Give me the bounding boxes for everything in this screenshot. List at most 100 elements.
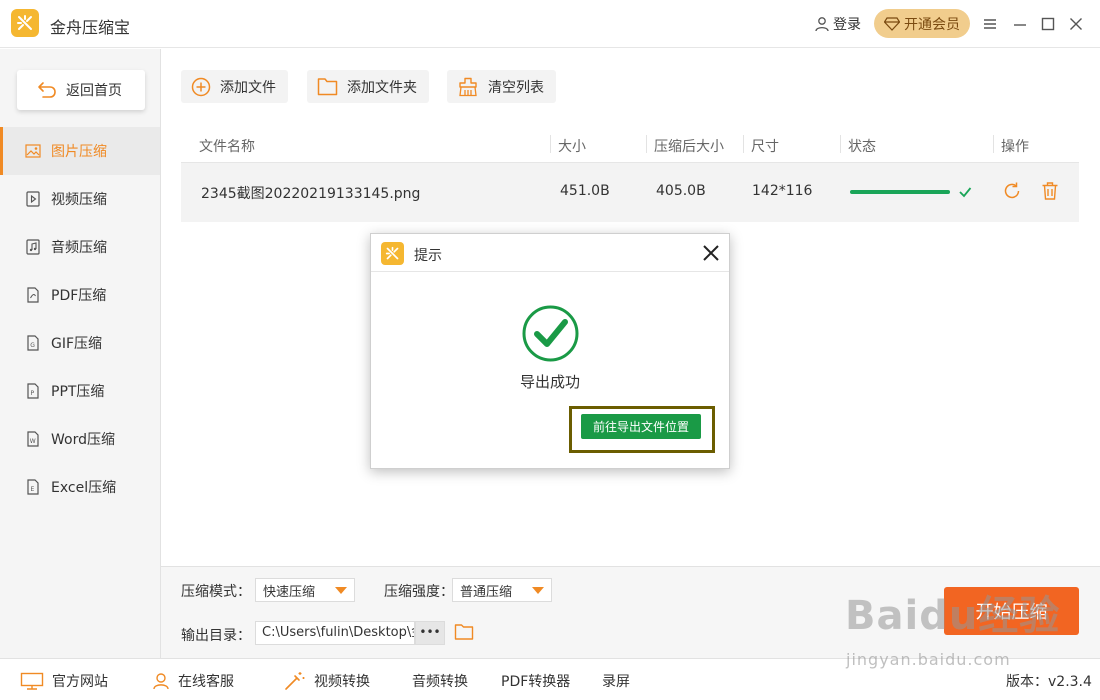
compress-mode-select[interactable]: 快速压缩 xyxy=(255,578,355,602)
progress-bar xyxy=(850,190,950,194)
dimensions: 142*116 xyxy=(752,183,813,199)
support-link[interactable]: 在线客服 xyxy=(152,671,234,691)
svg-text:P: P xyxy=(31,390,35,397)
table-header: 文件名称 大小 压缩后大小 尺寸 状态 操作 xyxy=(181,127,1079,163)
dialog-close-icon[interactable] xyxy=(701,243,721,263)
sidebar-item-audio[interactable]: 音频压缩 xyxy=(0,223,160,271)
magic-wand-icon xyxy=(285,672,305,690)
website-link[interactable]: 官方网站 xyxy=(20,671,108,691)
svg-text:G: G xyxy=(30,342,35,349)
audio-convert-link[interactable]: 音频转换 xyxy=(412,671,468,691)
sidebar-item-word[interactable]: W Word压缩 xyxy=(0,415,160,463)
column-header-name: 文件名称 xyxy=(199,139,255,155)
svg-text:W: W xyxy=(30,438,36,445)
success-message: 导出成功 xyxy=(519,373,580,391)
add-file-label: 添加文件 xyxy=(220,79,276,96)
column-header-compressed-size: 压缩后大小 xyxy=(654,139,724,155)
minimize-icon[interactable] xyxy=(1010,14,1030,34)
compressed-size: 405.0B xyxy=(656,183,706,199)
maximize-icon[interactable] xyxy=(1038,14,1058,34)
monitor-icon xyxy=(20,672,44,690)
audio-icon xyxy=(24,238,42,256)
compress-strength-select[interactable]: 普通压缩 xyxy=(452,578,552,602)
video-convert-link[interactable]: 视频转换 xyxy=(284,671,370,691)
column-header-size: 大小 xyxy=(558,139,586,155)
sidebar-item-label: 图片压缩 xyxy=(51,144,107,160)
ppt-icon: P xyxy=(24,382,42,400)
column-divider xyxy=(993,135,994,153)
word-icon: W xyxy=(24,430,42,448)
sidebar-item-label: Excel压缩 xyxy=(51,480,117,496)
success-check-icon xyxy=(522,305,579,362)
add-folder-label: 添加文件夹 xyxy=(347,79,417,96)
sidebar-item-ppt[interactable]: P PPT压缩 xyxy=(0,367,160,415)
compress-mode-value: 快速压缩 xyxy=(263,584,316,600)
plus-circle-icon xyxy=(191,77,211,96)
checkmark-icon xyxy=(959,187,972,198)
screen-record-link[interactable]: 录屏 xyxy=(602,671,630,691)
table-row[interactable]: 2345截图20220219133145.png 451.0B 405.0B 1… xyxy=(181,163,1079,222)
trash-icon[interactable] xyxy=(1040,181,1060,201)
export-success-dialog: 提示 导出成功 前往导出文件位置 xyxy=(370,233,730,469)
login-button[interactable]: 登录 xyxy=(814,14,861,34)
compress-mode-label: 压缩模式： xyxy=(181,584,251,600)
video-convert-label: 视频转换 xyxy=(314,674,370,690)
svg-text:E: E xyxy=(31,486,35,493)
open-folder-icon[interactable] xyxy=(454,623,474,641)
pdf-convert-link[interactable]: PDF转换器 xyxy=(501,671,570,691)
add-folder-button[interactable]: 添加文件夹 xyxy=(307,70,429,103)
close-icon[interactable] xyxy=(1066,14,1086,34)
sidebar-item-label: 视频压缩 xyxy=(51,192,107,208)
watermark: Baidu经验 xyxy=(845,593,1061,639)
watermark-url: jingyan.baidu.com xyxy=(846,650,1011,669)
column-divider xyxy=(550,135,551,153)
compress-strength-label: 压缩强度： xyxy=(384,584,454,600)
sidebar-item-pdf[interactable]: PDF压缩 xyxy=(0,271,160,319)
back-arrow-icon xyxy=(38,82,56,98)
excel-icon: E xyxy=(24,478,42,496)
sidebar-item-label: Word压缩 xyxy=(51,432,115,448)
gif-icon: G xyxy=(24,334,42,352)
app-title: 金舟压缩宝 xyxy=(50,18,131,37)
dialog-logo-icon xyxy=(381,242,404,265)
browse-button[interactable]: ••• xyxy=(415,621,445,645)
open-export-location-button[interactable]: 前往导出文件位置 xyxy=(581,414,701,439)
app-logo-icon xyxy=(11,9,39,37)
sidebar-item-gif[interactable]: G GIF压缩 xyxy=(0,319,160,367)
sidebar-item-video[interactable]: 视频压缩 xyxy=(0,175,160,223)
sidebar-item-image[interactable]: 图片压缩 xyxy=(0,127,160,175)
login-label: 登录 xyxy=(833,17,861,33)
broom-icon xyxy=(459,77,477,96)
clear-list-button[interactable]: 清空列表 xyxy=(447,70,556,103)
dialog-title: 提示 xyxy=(414,248,442,264)
image-icon xyxy=(24,142,42,160)
dropdown-arrow-icon xyxy=(532,587,544,594)
menu-icon[interactable] xyxy=(980,14,1000,34)
sidebar-item-label: GIF压缩 xyxy=(51,336,103,352)
add-file-button[interactable]: 添加文件 xyxy=(181,70,288,103)
file-size: 451.0B xyxy=(560,183,610,199)
support-label: 在线客服 xyxy=(178,674,234,690)
vip-button[interactable]: 开通会员 xyxy=(874,9,970,38)
output-dir-label: 输出目录： xyxy=(181,628,251,644)
output-path-input[interactable]: C:\Users\fulin\Desktop\金 xyxy=(255,621,415,645)
pdf-icon xyxy=(24,286,42,304)
sidebar-item-label: PDF压缩 xyxy=(51,288,107,304)
column-header-status: 状态 xyxy=(848,139,876,155)
column-header-dimensions: 尺寸 xyxy=(751,139,779,155)
sidebar-item-label: PPT压缩 xyxy=(51,384,105,400)
diamond-icon xyxy=(884,16,900,31)
folder-icon xyxy=(317,78,338,96)
sidebar: 返回首页 图片压缩 视频压缩 音频压缩 PDF压缩 G GIF压缩 P PPT压… xyxy=(0,49,161,658)
home-button[interactable]: 返回首页 xyxy=(17,70,145,110)
sidebar-item-label: 音频压缩 xyxy=(51,240,107,256)
column-divider xyxy=(646,135,647,153)
title-bar: 金舟压缩宝 登录 开通会员 xyxy=(0,0,1100,48)
clear-list-label: 清空列表 xyxy=(488,79,544,96)
video-icon xyxy=(24,190,42,208)
retry-icon[interactable] xyxy=(1002,181,1022,201)
column-header-actions: 操作 xyxy=(1001,139,1029,155)
website-label: 官方网站 xyxy=(52,674,108,690)
user-icon xyxy=(815,17,829,32)
sidebar-item-excel[interactable]: E Excel压缩 xyxy=(0,463,160,511)
